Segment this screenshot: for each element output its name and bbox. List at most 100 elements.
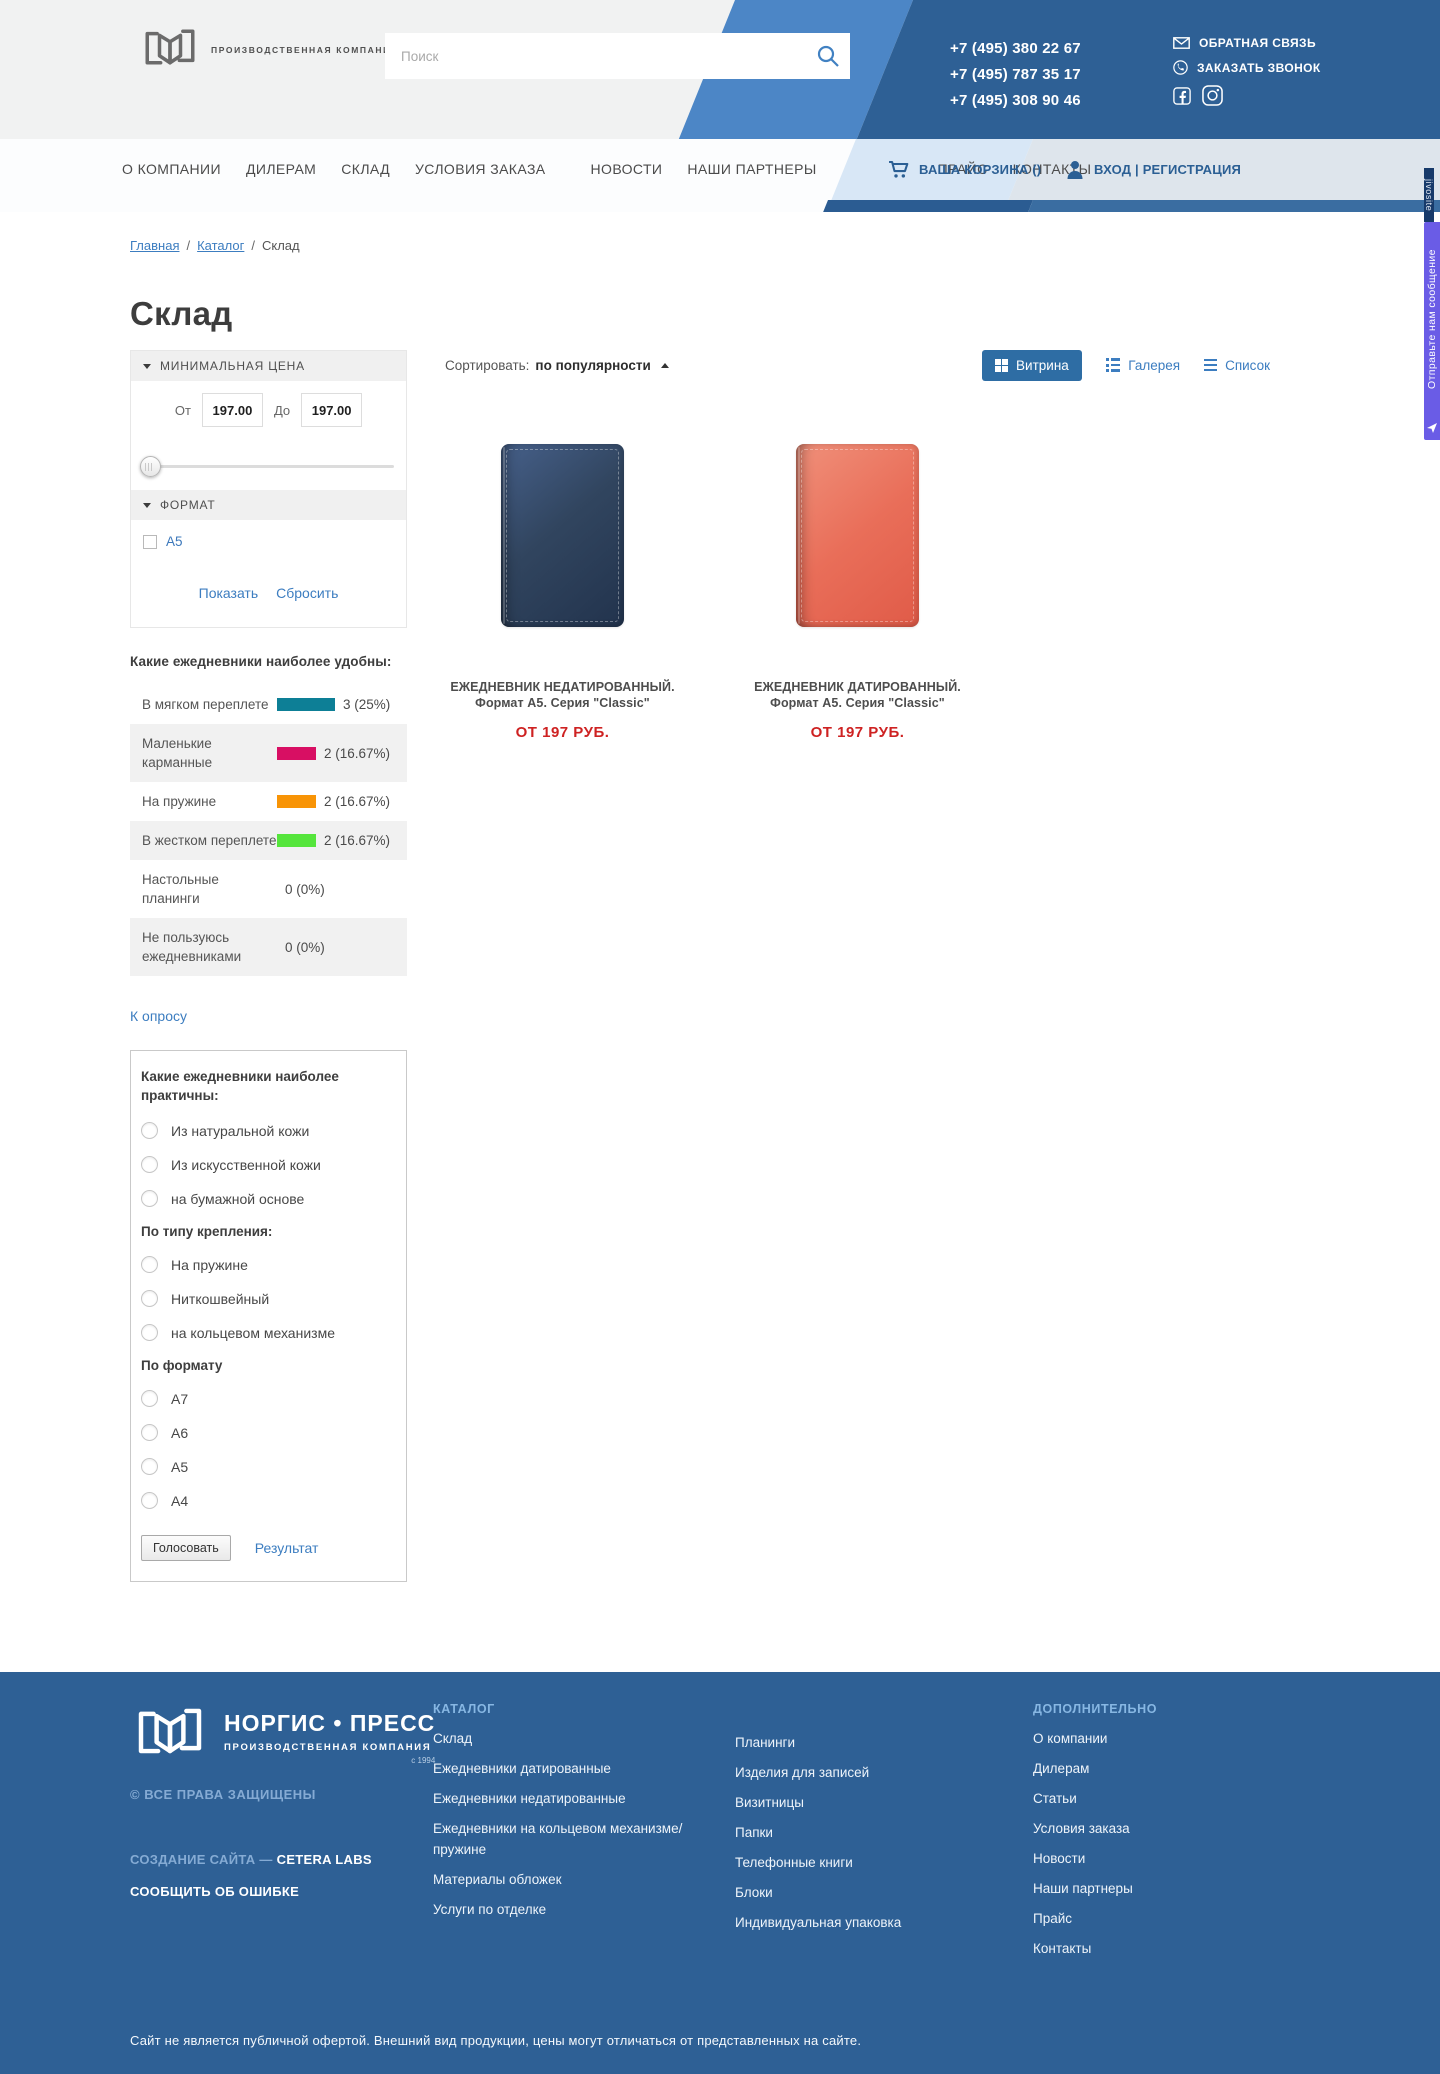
poll-form-actions: Голосовать Результат xyxy=(141,1535,394,1561)
cetera-labs-link[interactable]: CETERA LABS xyxy=(277,1852,372,1867)
radio-icon xyxy=(141,1324,158,1341)
radio-icon xyxy=(141,1156,158,1173)
filter-header-format[interactable]: ФОРМАТ xyxy=(131,490,406,520)
report-error-link[interactable]: СООБЩИТЬ ОБ ОШИБКЕ xyxy=(130,1884,299,1899)
footer-link[interactable]: Контакты xyxy=(1033,1938,1091,1959)
footer-link[interactable]: Папки xyxy=(735,1822,773,1843)
poll-option[interactable]: на кольцевом механизме xyxy=(141,1324,394,1341)
footer-link[interactable]: Визитницы xyxy=(735,1792,804,1813)
list-icon xyxy=(1204,359,1217,372)
sort-direction-icon[interactable] xyxy=(661,363,669,368)
price-to-input[interactable] xyxy=(301,393,362,427)
nav-item-about[interactable]: О КОМПАНИИ xyxy=(122,161,221,177)
footer-link[interactable]: Дилерам xyxy=(1033,1758,1089,1779)
poll-result-row: На пружине 2 (16.67%) xyxy=(130,782,407,821)
product-title[interactable]: ЕЖЕДНЕВНИК НЕДАТИРОВАННЫЙ. Формат А5. Се… xyxy=(445,679,680,711)
nav-item-warehouse[interactable]: СКЛАД xyxy=(341,161,390,177)
radio-icon xyxy=(141,1424,158,1441)
filter-reset-button[interactable]: Сбросить xyxy=(276,585,338,601)
phone-numbers: +7 (495) 380 22 67 +7 (495) 787 35 17 +7… xyxy=(950,36,1081,114)
footer-link[interactable]: Наши партнеры xyxy=(1033,1878,1133,1899)
footer-link[interactable]: Индивидуальная упаковка xyxy=(735,1912,901,1933)
view-grid-button[interactable]: Витрина xyxy=(982,350,1082,381)
product-image-notebook-coral[interactable] xyxy=(796,444,919,627)
poll-group-header: По формату xyxy=(141,1358,394,1373)
footer-link[interactable]: Планинги xyxy=(735,1732,795,1753)
search-button[interactable] xyxy=(816,44,840,68)
price-range-row: От До xyxy=(131,381,406,439)
footer-logo[interactable]: НОРГИС • ПРЕСС ПРОИЗВОДСТВЕННАЯ КОМПАНИЯ… xyxy=(130,1702,433,1765)
radio-icon xyxy=(141,1256,158,1273)
instagram-icon[interactable] xyxy=(1202,85,1223,106)
radio-icon xyxy=(141,1122,158,1139)
facebook-icon[interactable] xyxy=(1173,87,1191,105)
page: ПРОИЗВОДСТВЕННАЯ КОМПАНИЯ НОРГИС•ПРЕСС +… xyxy=(0,0,1440,2074)
poll-option[interactable]: А5 xyxy=(141,1458,394,1475)
price-slider-handle[interactable] xyxy=(140,456,161,477)
poll-results: Какие ежедневники наиболее удобны: В мяг… xyxy=(130,654,407,1026)
footer-link[interactable]: Ежедневники датированные xyxy=(433,1758,611,1779)
footer-link[interactable]: О компании xyxy=(1033,1728,1107,1749)
footer-link[interactable]: Материалы обложек xyxy=(433,1869,562,1890)
filter-header-price[interactable]: МИНИМАЛЬНАЯ ЦЕНА xyxy=(131,351,406,381)
view-gallery-button[interactable]: Галерея xyxy=(1106,358,1180,373)
envelope-icon xyxy=(1173,37,1190,49)
login-register-button[interactable]: ВХОД | РЕГИСТРАЦИЯ xyxy=(1066,139,1241,200)
product-price: ОТ 197 РУБ. xyxy=(710,724,1005,741)
footer-link[interactable]: Условия заказа xyxy=(1033,1818,1130,1839)
footer-link[interactable]: Ежедневники на кольцевом механизме/пружи… xyxy=(433,1818,735,1860)
footer-link[interactable]: Склад xyxy=(433,1728,472,1749)
site-header: ПРОИЗВОДСТВЕННАЯ КОМПАНИЯ НОРГИС•ПРЕСС +… xyxy=(0,0,1440,139)
nav-item-order-terms[interactable]: УСЛОВИЯ ЗАКАЗА xyxy=(415,161,546,177)
footer-link[interactable]: Статьи xyxy=(1033,1788,1077,1809)
search-box xyxy=(385,33,850,79)
poll-option[interactable]: Из натуральной кожи xyxy=(141,1122,394,1139)
poll-result-link[interactable]: Результат xyxy=(255,1540,319,1556)
product-image-notebook-navy[interactable] xyxy=(501,444,624,627)
format-option-a5[interactable]: A5 xyxy=(131,520,406,561)
nav-item-news[interactable]: НОВОСТИ xyxy=(591,161,663,177)
filter-show-button[interactable]: Показать xyxy=(199,585,259,601)
product-card[interactable]: ЕЖЕДНЕВНИК ДАТИРОВАННЫЙ. Формат А5. Сери… xyxy=(710,444,1005,741)
price-slider-track[interactable] xyxy=(143,465,394,468)
poll-option[interactable]: А6 xyxy=(141,1424,394,1441)
product-card[interactable]: ЕЖЕДНЕВНИК НЕДАТИРОВАННЫЙ. Формат А5. Се… xyxy=(415,444,710,741)
feedback-link[interactable]: ОБРАТНАЯ СВЯЗЬ xyxy=(1173,36,1321,50)
vote-button[interactable]: Голосовать xyxy=(141,1535,231,1561)
footer-link[interactable]: Новости xyxy=(1033,1848,1085,1869)
breadcrumb-home[interactable]: Главная xyxy=(130,238,179,253)
poll-option[interactable]: На пружине xyxy=(141,1256,394,1273)
price-from-input[interactable] xyxy=(202,393,263,427)
nav-item-dealers[interactable]: ДИЛЕРАМ xyxy=(246,161,316,177)
footer-link[interactable]: Услуги по отделке xyxy=(433,1899,546,1920)
poll-option[interactable]: на бумажной основе xyxy=(141,1190,394,1207)
sort-value[interactable]: по популярности xyxy=(535,358,650,373)
footer-extra-column: ДОПОЛНИТЕЛЬНО О компании Дилерам Статьи … xyxy=(1033,1702,1310,1968)
poll-bar xyxy=(277,747,316,760)
search-icon xyxy=(816,44,840,68)
footer-link[interactable]: Прайс xyxy=(1033,1908,1072,1929)
poll-group-header: По типу крепления: xyxy=(141,1224,394,1239)
filter-actions: Показать Сбросить xyxy=(131,561,406,627)
nav-item-partners[interactable]: НАШИ ПАРТНЕРЫ xyxy=(687,161,816,177)
poll-option[interactable]: Из искусственной кожи xyxy=(141,1156,394,1173)
callback-link[interactable]: ЗАКАЗАТЬ ЗВОНОК xyxy=(1173,60,1321,75)
poll-option[interactable]: Ниткошвейный xyxy=(141,1290,394,1307)
breadcrumb-catalog[interactable]: Каталог xyxy=(197,238,244,253)
search-input[interactable] xyxy=(385,33,850,79)
view-switcher: Витрина Галерея Список xyxy=(982,350,1270,381)
product-title[interactable]: ЕЖЕДНЕВНИК ДАТИРОВАННЫЙ. Формат А5. Сери… xyxy=(740,679,975,711)
footer-link[interactable]: Ежедневники недатированные xyxy=(433,1788,626,1809)
chat-brand-tab[interactable]: jivosite xyxy=(1424,168,1434,222)
to-poll-link[interactable]: К опросу xyxy=(130,1008,187,1024)
phone-number: +7 (495) 787 35 17 xyxy=(950,62,1081,88)
footer-link[interactable]: Телефонные книги xyxy=(735,1852,853,1873)
poll-option[interactable]: А4 xyxy=(141,1492,394,1509)
catalog-toolbar: Сортировать: по популярности Витрина Гал… xyxy=(445,350,1270,380)
poll-option[interactable]: А7 xyxy=(141,1390,394,1407)
footer-link[interactable]: Изделия для записей xyxy=(735,1762,869,1783)
chat-message-tab[interactable]: Отправьте нам сообщение xyxy=(1424,222,1440,440)
footer-link[interactable]: Блоки xyxy=(735,1882,773,1903)
view-list-button[interactable]: Список xyxy=(1204,358,1270,373)
cart-button[interactable]: ВАША КОРЗИНА () xyxy=(888,139,1041,200)
